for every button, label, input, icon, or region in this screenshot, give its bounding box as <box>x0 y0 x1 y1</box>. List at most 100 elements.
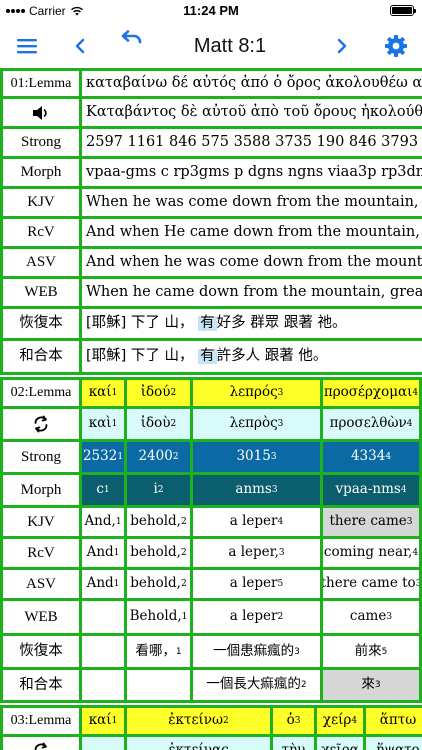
swap-order-button[interactable] <box>3 737 79 750</box>
greek-word[interactable] <box>82 737 124 750</box>
translation-text: there came to <box>323 575 416 592</box>
verse-lemma-label[interactable]: 02:Lemma <box>3 380 79 406</box>
translation-word[interactable]: a leper 4 <box>193 508 320 536</box>
recovery-cn-label: 恢復本 <box>3 309 79 338</box>
lemma-word[interactable]: προσέρχομαι 4 <box>323 380 419 406</box>
translation-word[interactable] <box>127 670 190 700</box>
translation-word[interactable]: coming near, 4 <box>323 539 419 567</box>
lemma-word[interactable]: λεπρός 3 <box>193 380 320 406</box>
translation-word[interactable]: there came 3 <box>323 508 419 536</box>
union-cn-line: [耶穌] 下了 山， 有許多人 跟著 他。 <box>82 341 422 372</box>
audio-button[interactable] <box>3 99 79 126</box>
asv-label: ASV <box>3 570 79 598</box>
greek-word[interactable]: ἐκτείνας <box>127 737 270 750</box>
strong-text: 2532 <box>82 448 118 465</box>
lemma-word-text: ἐκτείνω <box>168 712 223 729</box>
greek-word[interactable]: προσελθὼν 4 <box>323 409 419 439</box>
translation-text: Behold, <box>129 608 182 625</box>
translation-word[interactable]: behold, 2 <box>127 508 190 536</box>
strong-number[interactable]: 2400 2 <box>127 442 190 472</box>
translation-text: a leper <box>229 575 278 592</box>
settings-button[interactable] <box>382 32 410 60</box>
translation-text: came <box>349 608 387 625</box>
translation-word[interactable]: a leper 5 <box>193 570 320 598</box>
translation-word[interactable]: came 3 <box>323 601 419 633</box>
translation-word[interactable]: 一個長大痲瘋的 2 <box>193 670 320 700</box>
translation-word[interactable] <box>82 601 124 633</box>
translation-text: And <box>86 544 114 561</box>
translation-word[interactable] <box>82 670 124 700</box>
morph-code[interactable]: vpaa-nms 4 <box>323 475 419 505</box>
verse-reference-title[interactable]: Matt 8:1 <box>160 32 300 60</box>
translation-word[interactable]: 看哪， 1 <box>127 636 190 667</box>
morph-text: vpaa-nms <box>335 481 401 498</box>
translation-word[interactable]: 來3 <box>323 670 419 700</box>
translation-word[interactable]: behold, 2 <box>127 570 190 598</box>
lemma-word-text: καί <box>88 712 112 729</box>
highlighted-word[interactable]: 有 <box>198 349 217 364</box>
highlighted-word[interactable]: 有 <box>198 316 217 331</box>
lemma-word[interactable]: ὁ3 <box>273 708 314 734</box>
translation-word[interactable] <box>82 636 124 667</box>
strong-number[interactable]: 2532 1 <box>82 442 124 472</box>
translation-word[interactable]: And 1 <box>82 570 124 598</box>
lemma-word[interactable]: ἰδού 2 <box>127 380 190 406</box>
translation-word[interactable]: behold, 2 <box>127 539 190 567</box>
strong-number[interactable]: 3015 3 <box>193 442 320 472</box>
translation-word[interactable]: 前來 5 <box>323 636 419 667</box>
morph-text: c <box>96 481 104 498</box>
chevron-right-icon <box>337 38 347 54</box>
verse-lemma-label[interactable]: 03:Lemma <box>3 708 79 734</box>
greek-word[interactable]: χεῖρα <box>317 737 363 750</box>
cn-text-after: 好多 群眾 跟著 祂。 <box>216 315 347 332</box>
translation-word[interactable]: there came to 3 <box>323 570 419 598</box>
morph-code[interactable]: c1 <box>82 475 124 505</box>
undo-arrow-icon <box>121 30 142 44</box>
translation-word[interactable]: a leper, 3 <box>193 539 320 567</box>
web-label: WEB <box>3 601 79 633</box>
morph-label: Morph <box>3 159 79 186</box>
greek-word[interactable]: τὴν <box>273 737 314 750</box>
lemma-word[interactable]: ἐκτείνω 2 <box>127 708 270 734</box>
swap-order-button[interactable] <box>3 409 79 439</box>
translation-text: 一個患痲瘋的 <box>213 642 295 659</box>
kjv-label: KJV <box>3 508 79 536</box>
next-verse-button[interactable] <box>332 32 352 60</box>
chevron-left-icon <box>75 38 85 54</box>
greek-word[interactable]: καὶ 1 <box>82 409 124 439</box>
translation-text: 看哪， <box>135 642 176 659</box>
strong-number[interactable]: 4334 4 <box>323 442 419 472</box>
lemma-word[interactable]: καί 1 <box>82 708 124 734</box>
strong-line: 2597 1161 846 575 3588 3735 190 846 3793… <box>82 129 422 156</box>
lemma-word-text: προσέρχομαι <box>323 384 413 401</box>
previous-verse-button[interactable] <box>70 32 90 60</box>
strong-label: Strong <box>3 442 79 472</box>
translation-word[interactable]: a leper 2 <box>193 601 320 633</box>
swap-arrows-icon <box>34 415 48 433</box>
strong-label: Strong <box>3 129 79 156</box>
web-label: WEB <box>3 279 79 306</box>
translation-text: behold, <box>130 575 181 592</box>
morph-code[interactable]: anms 3 <box>193 475 320 505</box>
lemma-word[interactable]: ἅπτω <box>366 708 422 734</box>
morph-code[interactable]: i2 <box>127 475 190 505</box>
greek-word[interactable]: ἰδοὺ 2 <box>127 409 190 439</box>
rcv-label: RcV <box>3 219 79 246</box>
cn-text-after: 許多人 跟著 他。 <box>216 348 328 365</box>
verse-lemma-label[interactable]: 01:Lemma <box>3 71 79 96</box>
translation-text: And <box>86 575 114 592</box>
status-bar: Carrier 11:24 PM <box>0 0 422 22</box>
translation-word[interactable]: Behold, 1 <box>127 601 190 633</box>
kjv-label: KJV <box>3 189 79 216</box>
lemma-word[interactable]: καί 1 <box>82 380 124 406</box>
translation-word[interactable]: 一個患痲瘋的 3 <box>193 636 320 667</box>
union-cn-label: 和合本 <box>3 341 79 372</box>
translation-word[interactable]: And, 1 <box>82 508 124 536</box>
lemma-word[interactable]: χείρ 4 <box>317 708 363 734</box>
menu-button[interactable] <box>14 32 40 60</box>
greek-word[interactable]: λεπρὸς 3 <box>193 409 320 439</box>
verse-list[interactable]: 01:Lemma καταβαίνω δέ αὐτός ἀπό ὁ ὄρος ἀ… <box>0 68 422 750</box>
undo-button[interactable] <box>118 26 146 54</box>
greek-word[interactable]: ἥψατο <box>366 737 422 750</box>
translation-word[interactable]: And 1 <box>82 539 124 567</box>
